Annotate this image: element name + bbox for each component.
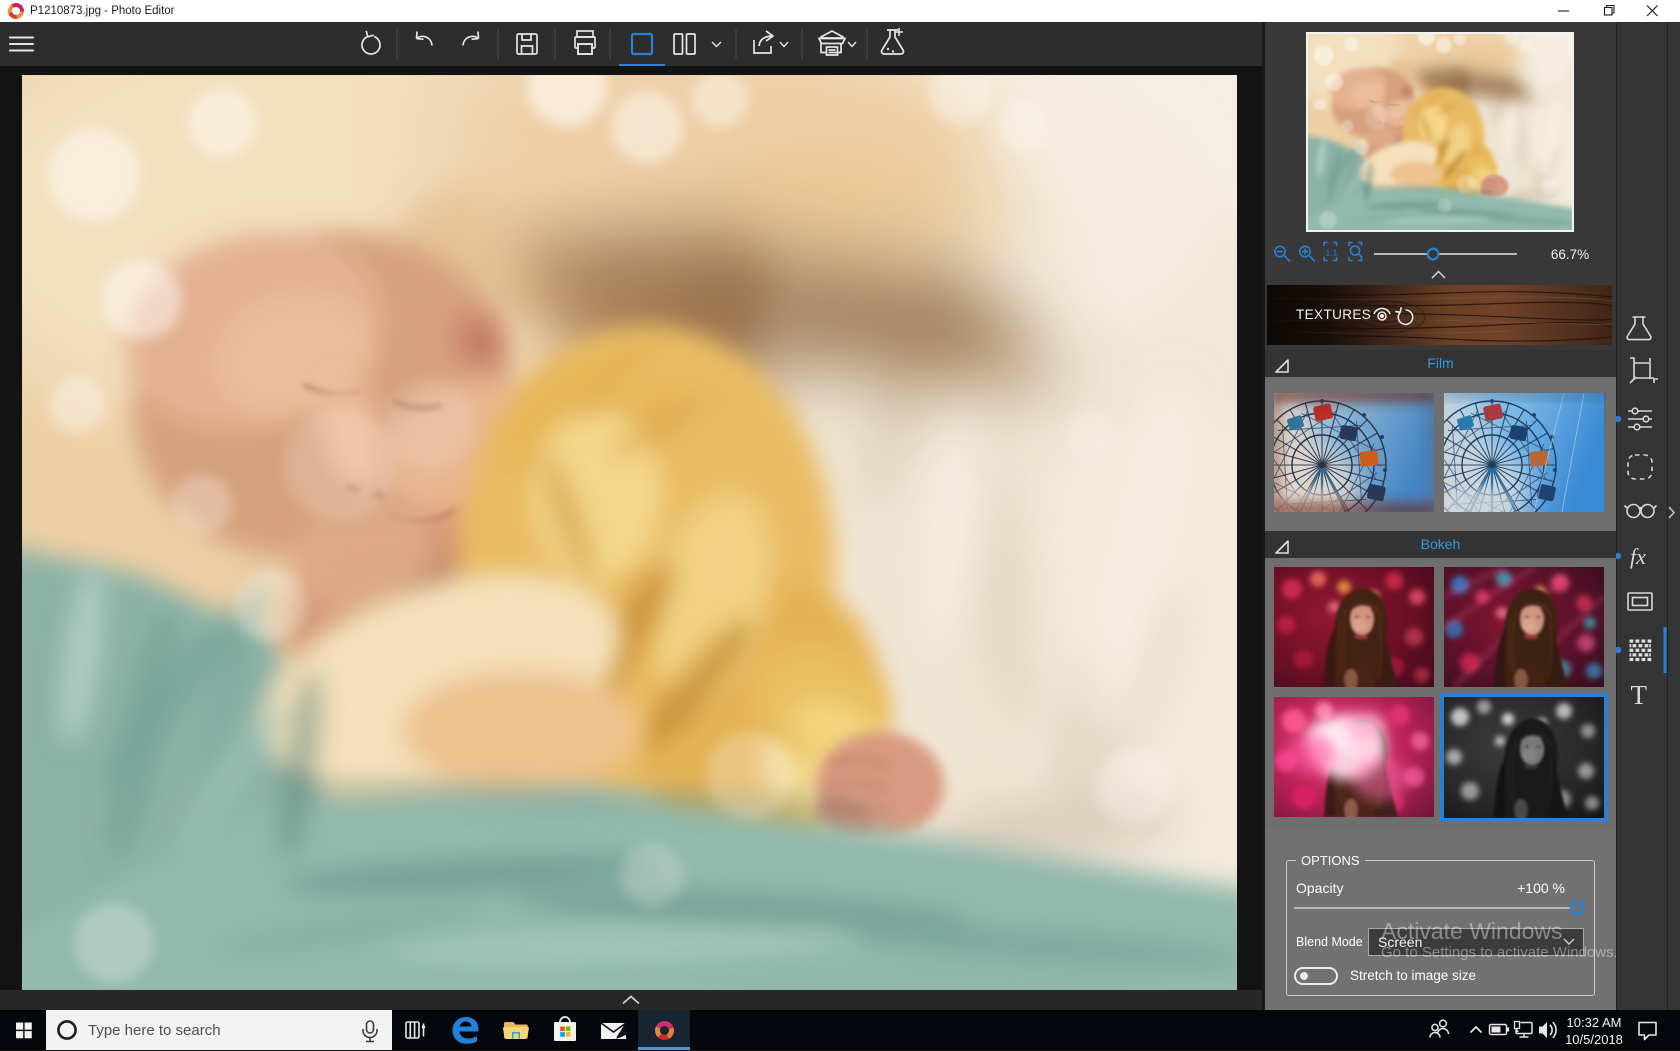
svg-text:1:1: 1:1 [1326,248,1338,258]
svg-text:T: T [1631,680,1648,710]
svg-text:fx: fx [1630,544,1646,569]
